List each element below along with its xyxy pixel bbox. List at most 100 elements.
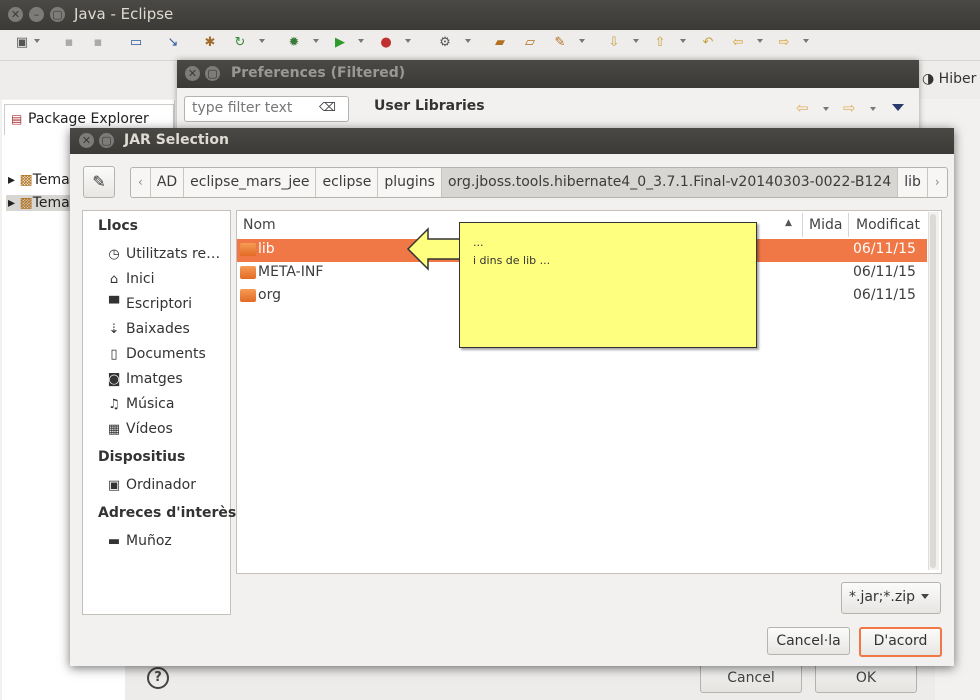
debug-dropdown-icon[interactable] bbox=[313, 39, 319, 43]
places-sidebar bbox=[82, 210, 231, 615]
terminal-icon[interactable]: ▭ bbox=[128, 35, 144, 51]
ok-button[interactable]: D'acord bbox=[859, 627, 942, 657]
folder-icon bbox=[240, 266, 256, 279]
prev-annotation-dropdown-icon[interactable] bbox=[680, 39, 686, 43]
sidebar-item-bookmark[interactable]: ▬ Muñoz bbox=[106, 533, 172, 549]
file-modified: 06/11/15 bbox=[853, 287, 916, 303]
type-location-button[interactable]: ✎ bbox=[83, 166, 115, 198]
back-icon[interactable]: ⇦ bbox=[730, 35, 746, 51]
project-icon: ▩ bbox=[19, 195, 33, 211]
sidebar-item-recent[interactable]: ◷ Utilitzats re… bbox=[106, 246, 220, 262]
breadcrumb-scroll-right[interactable]: › bbox=[928, 168, 947, 197]
pencil-icon: ✎ bbox=[92, 172, 106, 191]
refresh-icon[interactable]: ↻ bbox=[232, 35, 248, 51]
sidebar-item-pictures[interactable]: ◙ Imatges bbox=[106, 371, 183, 387]
pref-back-dropdown-icon[interactable] bbox=[823, 107, 829, 111]
camera-icon: ◙ bbox=[107, 372, 121, 387]
search-icon[interactable]: ✎ bbox=[552, 35, 568, 51]
home-icon: ⌂ bbox=[109, 272, 119, 287]
breadcrumb-item[interactable]: eclipse_mars_jee bbox=[184, 168, 317, 197]
next-annotation-icon[interactable]: ⇩ bbox=[606, 35, 622, 51]
sidebar-item-home[interactable]: ⌂ Inici bbox=[106, 271, 155, 287]
column-separator[interactable] bbox=[848, 213, 849, 237]
sort-ascending-icon: ▲ bbox=[785, 218, 792, 228]
file-type-filter-value: *.jar;*.zip bbox=[849, 589, 915, 605]
column-header-name[interactable]: Nom bbox=[243, 217, 276, 233]
file-name: org bbox=[258, 287, 281, 303]
pref-forward-icon[interactable]: ⇨ bbox=[843, 99, 856, 117]
project-icon: ▩ bbox=[19, 172, 33, 188]
run-icon[interactable]: ▶ bbox=[332, 35, 348, 51]
debug-icon[interactable]: ✹ bbox=[286, 35, 302, 51]
tree-item[interactable]: ▸ ▩Tema bbox=[6, 195, 72, 211]
callout-text: i dins de lib ... bbox=[473, 254, 551, 267]
last-edit-icon[interactable]: ↶ bbox=[700, 35, 716, 51]
pref-menu-icon[interactable] bbox=[892, 104, 904, 111]
clock-icon: ◷ bbox=[108, 247, 120, 262]
maximize-window-button[interactable]: ▢ bbox=[50, 7, 65, 22]
clear-filter-icon[interactable]: ⌫ bbox=[319, 100, 336, 114]
breadcrumb-item[interactable]: plugins bbox=[378, 168, 442, 197]
run-dropdown-icon[interactable] bbox=[358, 39, 364, 43]
preferences-close-button[interactable]: ✕ bbox=[185, 66, 200, 81]
external-tools-icon[interactable]: ● bbox=[378, 35, 394, 51]
tree-item[interactable]: ▸ ▩Tema bbox=[8, 172, 70, 188]
column-separator[interactable] bbox=[802, 213, 803, 237]
folder-icon: ▬ bbox=[107, 534, 121, 549]
pref-back-icon[interactable]: ⇦ bbox=[796, 99, 809, 117]
breadcrumb-item[interactable]: lib bbox=[898, 168, 928, 197]
prev-annotation-icon[interactable]: ⇧ bbox=[652, 35, 668, 51]
breadcrumb-item[interactable]: org.jboss.tools.hibernate4_0_3.7.1.Final… bbox=[441, 168, 899, 197]
folder-icon bbox=[240, 243, 256, 256]
file-modified: 06/11/15 bbox=[853, 241, 916, 257]
help-icon[interactable]: ? bbox=[147, 667, 169, 689]
jar-maximize-button[interactable]: ▢ bbox=[99, 133, 114, 148]
jar-close-button[interactable]: ✕ bbox=[79, 133, 94, 148]
breadcrumb-item[interactable]: AD bbox=[151, 168, 185, 197]
window-title: Java - Eclipse bbox=[74, 5, 174, 23]
open-project-icon[interactable]: ▱ bbox=[522, 35, 538, 51]
sidebar-item-desktop[interactable]: ▀ Escriptori bbox=[106, 296, 192, 312]
music-icon: ♫ bbox=[108, 397, 120, 412]
column-header-size[interactable]: Mida bbox=[809, 217, 842, 233]
new-dropdown-icon[interactable] bbox=[34, 39, 40, 43]
pref-forward-dropdown-icon[interactable] bbox=[870, 107, 876, 111]
back-dropdown-icon[interactable] bbox=[757, 39, 763, 43]
next-annotation-dropdown-icon[interactable] bbox=[633, 39, 639, 43]
refresh-dropdown-icon[interactable] bbox=[259, 39, 265, 43]
hibernate-perspective-tab[interactable]: ◑ Hiber bbox=[922, 71, 976, 87]
new-icon[interactable]: ▣ bbox=[14, 35, 30, 51]
sidebar-item-downloads[interactable]: ⇣ Baixades bbox=[106, 321, 190, 337]
forward-dropdown-icon[interactable] bbox=[803, 39, 809, 43]
folder-icon bbox=[240, 289, 256, 302]
places-heading: Llocs bbox=[98, 218, 138, 234]
minimize-window-button[interactable]: – bbox=[29, 7, 44, 22]
sidebar-item-computer[interactable]: ▣ Ordinador bbox=[106, 477, 196, 493]
open-type-icon[interactable]: ✱ bbox=[202, 35, 218, 51]
close-window-button[interactable]: ✕ bbox=[8, 7, 23, 22]
preferences-cancel-button[interactable]: Cancel bbox=[700, 663, 802, 693]
file-modified: 06/11/15 bbox=[853, 264, 916, 280]
callout-text: ... bbox=[473, 236, 484, 249]
scrollbar-thumb[interactable] bbox=[930, 214, 936, 568]
save-all-icon[interactable]: ▪ bbox=[90, 35, 106, 51]
sidebar-item-documents[interactable]: ▯ Documents bbox=[106, 346, 205, 362]
new-server-icon[interactable]: ⚙ bbox=[437, 35, 453, 51]
forward-icon[interactable]: ⇨ bbox=[776, 35, 792, 51]
open-folder-icon[interactable]: ▰ bbox=[492, 35, 508, 51]
breadcrumb-item[interactable]: eclipse bbox=[316, 168, 379, 197]
preferences-ok-button[interactable]: OK bbox=[815, 663, 917, 693]
computer-icon: ▣ bbox=[107, 478, 121, 493]
devices-heading: Dispositius bbox=[98, 449, 186, 465]
preferences-maximize-button[interactable]: ▢ bbox=[205, 66, 220, 81]
cancel-button[interactable]: Cancel·la bbox=[767, 627, 850, 655]
search-dropdown-icon[interactable] bbox=[579, 39, 585, 43]
save-icon[interactable]: ▪ bbox=[61, 35, 77, 51]
sidebar-item-music[interactable]: ♫ Música bbox=[106, 396, 174, 412]
breadcrumb-scroll-left[interactable]: ‹ bbox=[131, 168, 151, 197]
server-dropdown-icon[interactable] bbox=[465, 39, 471, 43]
sidebar-item-videos[interactable]: ▦ Vídeos bbox=[106, 421, 173, 437]
skip-breakpoints-icon[interactable]: ↘ bbox=[165, 35, 181, 51]
external-tools-dropdown-icon[interactable] bbox=[405, 39, 411, 43]
column-header-modified[interactable]: Modificat bbox=[856, 217, 920, 233]
